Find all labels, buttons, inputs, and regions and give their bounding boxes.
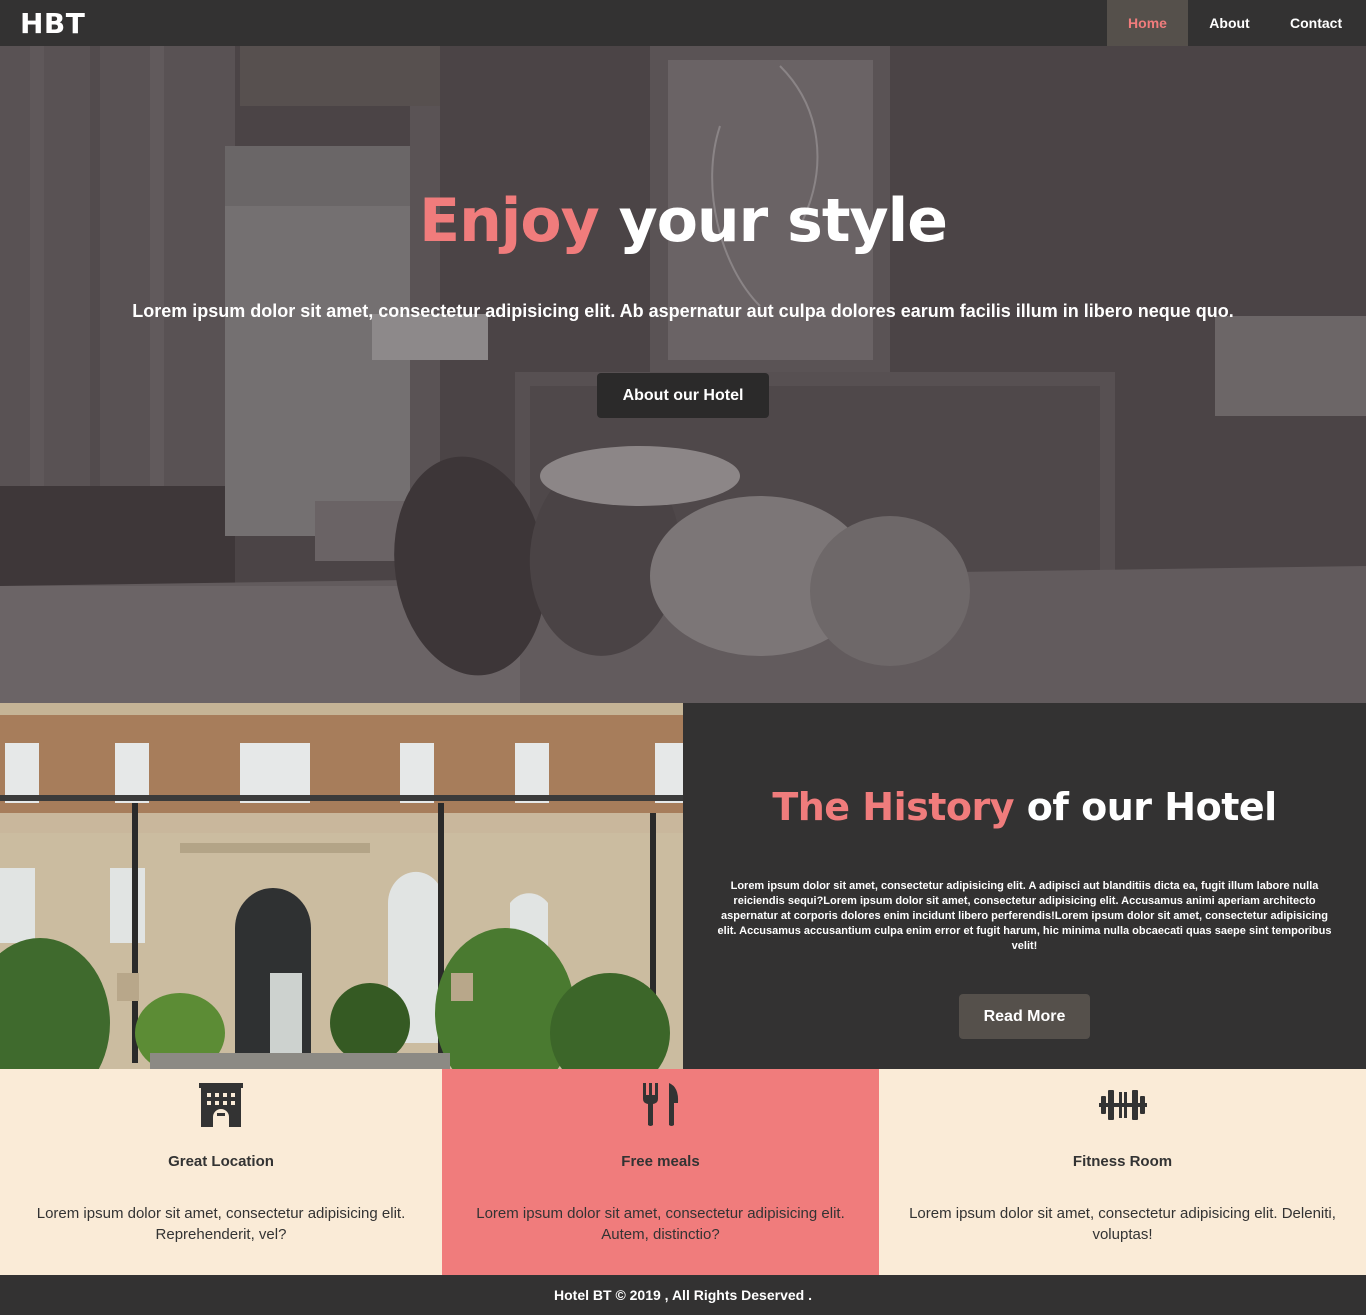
- history-content: The History of our Hotel Lorem ipsum dol…: [683, 703, 1366, 1069]
- building-icon: [199, 1083, 243, 1127]
- history-title-rest: of our Hotel: [1026, 785, 1277, 829]
- feature-title-meals: Free meals: [621, 1153, 700, 1170]
- feature-desc-location: Lorem ipsum dolor sit amet, consectetur …: [36, 1205, 406, 1243]
- read-more-button[interactable]: Read More: [959, 994, 1090, 1039]
- nav-links: Home About Contact: [1107, 0, 1366, 46]
- history-section: The History of our Hotel Lorem ipsum dol…: [0, 703, 1366, 1069]
- hero-title-rest: your style: [618, 186, 948, 256]
- history-title-accent: The History: [772, 785, 1015, 829]
- hero-subtitle: Lorem ipsum dolor sit amet, consectetur …: [132, 301, 1234, 321]
- about-hotel-button[interactable]: About our Hotel: [597, 373, 769, 418]
- nav-link-home[interactable]: Home: [1107, 0, 1188, 46]
- nav-link-about[interactable]: About: [1188, 0, 1271, 46]
- feature-desc-meals: Lorem ipsum dolor sit amet, consectetur …: [476, 1205, 845, 1243]
- hero-title: Enjoy your style: [0, 186, 1366, 256]
- page-footer: Hotel BT © 2019 , All Rights Deserved .: [0, 1275, 1366, 1315]
- features-section: Great Location Lorem ipsum dolor sit ame…: [0, 1069, 1366, 1275]
- brand-logo[interactable]: HBT: [20, 7, 85, 40]
- feature-card-fitness: Fitness Room Lorem ipsum dolor sit amet,…: [879, 1069, 1366, 1275]
- top-navbar: HBT Home About Contact: [0, 0, 1366, 46]
- hero-title-accent: Enjoy: [419, 186, 600, 256]
- history-body: Lorem ipsum dolor sit amet, consectetur …: [717, 880, 1332, 952]
- feature-card-location: Great Location Lorem ipsum dolor sit ame…: [0, 1069, 442, 1275]
- dumbbell-icon: [1098, 1090, 1147, 1120]
- feature-desc-fitness: Lorem ipsum dolor sit amet, consectetur …: [909, 1205, 1336, 1243]
- history-title: The History of our Hotel: [683, 785, 1366, 829]
- hotel-facade-image: [0, 703, 683, 1069]
- feature-title-location: Great Location: [168, 1153, 274, 1170]
- feature-title-fitness: Fitness Room: [1072, 1153, 1173, 1170]
- hero-section: Enjoy your style Lorem ipsum dolor sit a…: [0, 46, 1366, 703]
- feature-card-meals: Free meals Lorem ipsum dolor sit amet, c…: [442, 1069, 879, 1275]
- utensils-icon: [642, 1083, 678, 1126]
- footer-copyright: Hotel BT © 2019 , All Rights Deserved .: [554, 1287, 812, 1303]
- nav-link-contact[interactable]: Contact: [1271, 0, 1366, 46]
